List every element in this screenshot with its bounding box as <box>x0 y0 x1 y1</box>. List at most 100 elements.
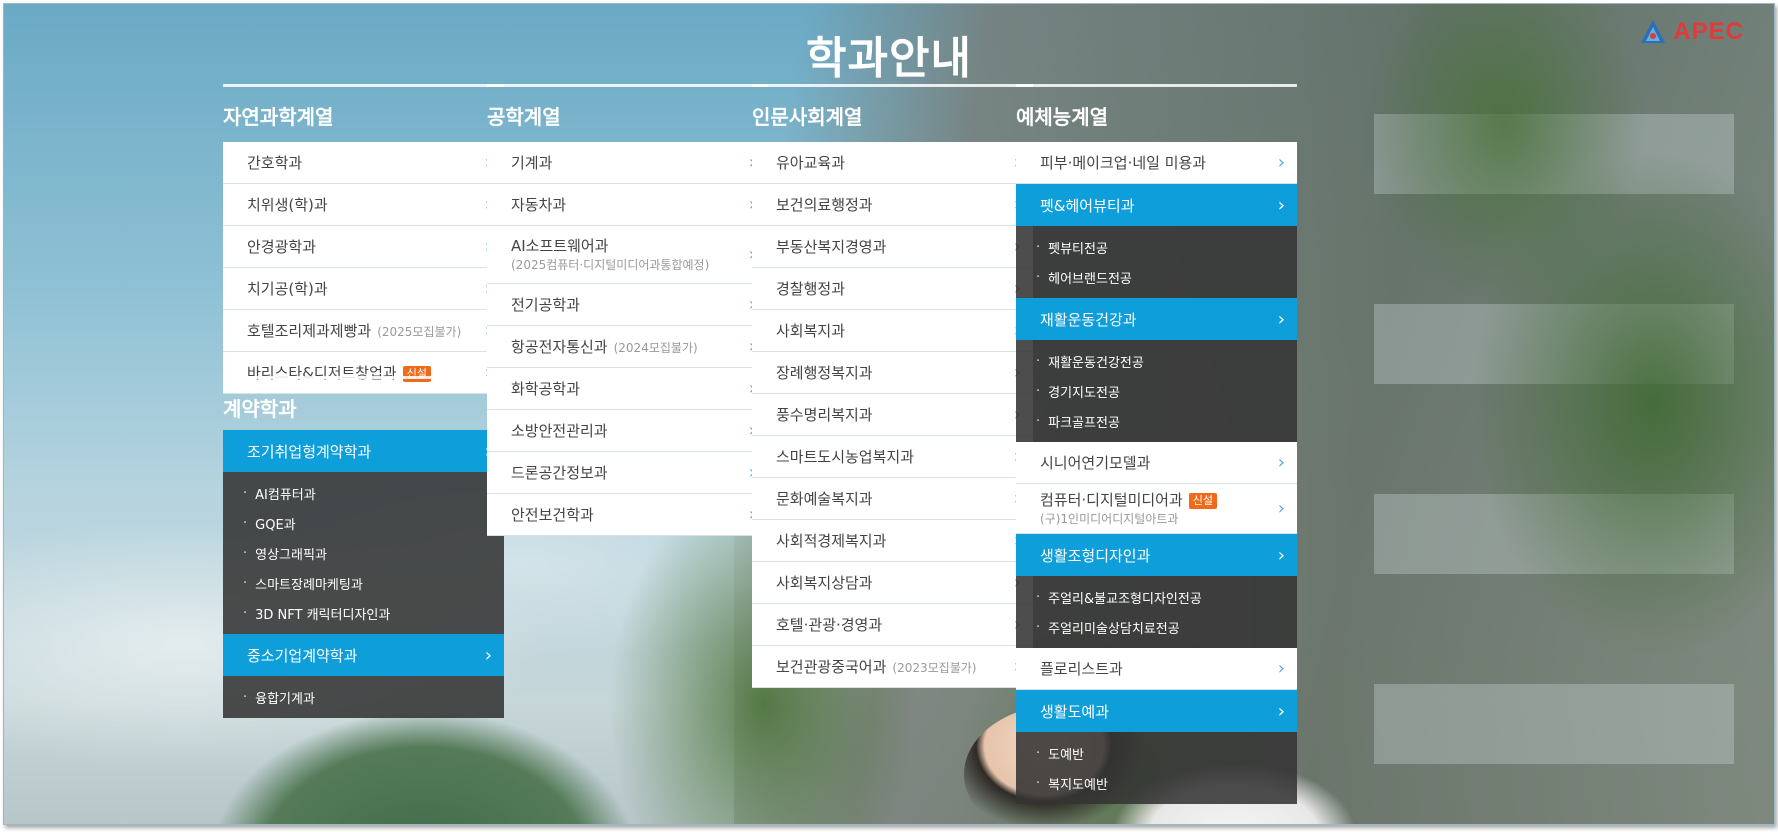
department-item[interactable]: 호텔·관광·경영과› <box>752 604 1033 646</box>
department-item-active[interactable]: 펫&헤어뷰티과 › <box>1016 184 1297 226</box>
department-label: 문화예술복지과 <box>776 490 873 508</box>
bullet-icon: · <box>243 515 248 531</box>
major-item[interactable]: · 재활운동건강전공 <box>1016 346 1297 376</box>
major-item[interactable]: · 영상그래픽과 <box>223 538 504 568</box>
major-item[interactable]: · 헤어브랜드전공 <box>1016 262 1297 292</box>
department-label: 스마트도시농업복지과 <box>776 448 915 466</box>
bullet-icon: · <box>1036 775 1041 791</box>
major-item[interactable]: · 주얼리&불교조형디자인전공 <box>1016 582 1297 612</box>
bullet-icon: · <box>1036 353 1041 369</box>
department-item[interactable]: 항공전자통신과(2024모집불가) › <box>487 326 768 368</box>
major-label: 주얼리미술상담치료전공 <box>1048 621 1180 637</box>
column-arts: 예체능계열 피부·메이크업·네일 미용과 › 펫&헤어뷰티과 › · 펫뷰티전공 · 헤… <box>1016 84 1297 804</box>
department-item[interactable]: 문화예술복지과› <box>752 478 1033 520</box>
department-item[interactable]: 화학공학과 › <box>487 368 768 410</box>
department-item[interactable]: 보건관광중국어과(2023모집불가) › <box>752 646 1033 688</box>
bullet-icon: · <box>243 545 248 561</box>
department-list: 간호학과 › 치위생(학)과 › 안경광학과 › 치기공(학)과 › 호텔조리제… <box>223 142 504 394</box>
department-item[interactable]: 시니어연기모델과 › <box>1016 442 1297 484</box>
recruitment-note: (2024모집불가) <box>613 341 698 355</box>
major-item[interactable]: · 스마트장례마케팅과 <box>223 568 504 598</box>
department-item[interactable]: 컴퓨터·디지털미디어과 신설 (구)1인미디어디지털아트과 › <box>1016 484 1297 534</box>
department-item[interactable]: 간호학과 › <box>223 142 504 184</box>
major-label: 펫뷰티전공 <box>1048 241 1108 257</box>
department-item-active[interactable]: 생활도예과 › <box>1016 690 1297 732</box>
major-item[interactable]: · AI컴퓨터과 <box>223 478 504 508</box>
department-item[interactable]: 사회복지과› <box>752 310 1033 352</box>
department-item[interactable]: 호텔조리제과제빵과(2025모집불가) › <box>223 310 504 352</box>
department-item[interactable]: 장례행정복지과› <box>752 352 1033 394</box>
major-item[interactable]: · 경기지도전공 <box>1016 376 1297 406</box>
column-heading: 계약학과 <box>223 376 504 430</box>
major-label: AI컴퓨터과 <box>255 487 316 503</box>
department-item[interactable]: 치위생(학)과 › <box>223 184 504 226</box>
department-label: 플로리스트과 <box>1040 660 1123 678</box>
department-item[interactable]: 스마트도시농업복지과› <box>752 436 1033 478</box>
department-item[interactable]: 경찰행정과› <box>752 268 1033 310</box>
department-item[interactable]: 유아교육과› <box>752 142 1033 184</box>
column-humanities: 인문사회계열 유아교육과› 보건의료행정과› 부동산복지경영과› 경찰행정과› … <box>752 84 1033 688</box>
major-item[interactable]: · 주얼리미술상담치료전공 <box>1016 612 1297 642</box>
department-item[interactable]: 플로리스트과 › <box>1016 648 1297 690</box>
department-label: 항공전자통신과 <box>511 338 608 356</box>
major-item[interactable]: · 융합기계과 <box>223 682 504 712</box>
bullet-icon: · <box>1036 589 1041 605</box>
department-item[interactable]: 소방안전관리과 › <box>487 410 768 452</box>
department-label: 장례행정복지과 <box>776 364 873 382</box>
department-item[interactable]: 안전보건학과 › <box>487 494 768 536</box>
department-item[interactable]: 전기공학과 › <box>487 284 768 326</box>
department-label: 호텔조리제과제빵과 <box>247 322 372 340</box>
major-sublist: · 융합기계과 <box>223 676 504 718</box>
major-sublist: · 주얼리&불교조형디자인전공 · 주얼리미술상담치료전공 <box>1016 576 1297 648</box>
major-label: 영상그래픽과 <box>255 547 327 563</box>
bullet-icon: · <box>1036 239 1041 255</box>
major-item[interactable]: · 펫뷰티전공 <box>1016 232 1297 262</box>
major-label: 스마트장례마케팅과 <box>255 577 363 593</box>
apec-logo[interactable]: APEC <box>1639 18 1744 46</box>
major-item[interactable]: · 복지도예반 <box>1016 768 1297 798</box>
major-item[interactable]: · GQE과 <box>223 508 504 538</box>
department-item[interactable]: 보건의료행정과› <box>752 184 1033 226</box>
department-item[interactable]: 풍수명리복지과› <box>752 394 1033 436</box>
major-label: 도예반 <box>1048 747 1085 763</box>
department-item[interactable]: 치기공(학)과 › <box>223 268 504 310</box>
department-item-active[interactable]: 재활운동건강과 › <box>1016 298 1297 340</box>
department-item[interactable]: AI소프트웨어과 (2025컴퓨터·디지털미디어과통합예정) › <box>487 226 768 284</box>
major-item[interactable]: · 3D NFT 캐릭터디자인과 <box>223 598 504 628</box>
major-item[interactable]: · 파크골프전공 <box>1016 406 1297 436</box>
major-label: 융합기계과 <box>255 691 315 707</box>
department-item[interactable]: 부동산복지경영과› <box>752 226 1033 268</box>
department-label: 보건관광중국어과 <box>776 658 887 676</box>
page-frame: 학과안내 APEC 자연과학계열 간호학과 › 치위생(학)과 › 안경광학과 <box>3 3 1775 825</box>
chevron-right-icon: › <box>1277 658 1285 679</box>
department-list: 피부·메이크업·네일 미용과 › 펫&헤어뷰티과 › · 펫뷰티전공 · 헤어브랜드전공… <box>1016 142 1297 804</box>
department-item[interactable]: 자동차과 › <box>487 184 768 226</box>
department-item[interactable]: 드론공간정보과 › <box>487 452 768 494</box>
major-item[interactable]: · 도예반 <box>1016 738 1297 768</box>
department-label: 펫&헤어뷰티과 <box>1040 196 1135 215</box>
department-list: 조기취업형계약학과 › · AI컴퓨터과 · GQE과 · 영상그래픽과 · 스마트장례… <box>223 430 504 718</box>
integration-note: (2025컴퓨터·디지털미디어과통합예정) <box>511 257 710 272</box>
department-label: 부동산복지경영과 <box>776 238 887 256</box>
major-label: 파크골프전공 <box>1048 415 1120 431</box>
major-sublist: · 도예반 · 복지도예반 <box>1016 732 1297 804</box>
major-label: 헤어브랜드전공 <box>1048 271 1132 287</box>
department-label: 경찰행정과 <box>776 280 846 298</box>
bullet-icon: · <box>1036 413 1041 429</box>
department-item-active[interactable]: 생활조형디자인과 › <box>1016 534 1297 576</box>
department-item[interactable]: 기계과 › <box>487 142 768 184</box>
major-label: 복지도예반 <box>1048 777 1108 793</box>
department-item[interactable]: 피부·메이크업·네일 미용과 › <box>1016 142 1297 184</box>
department-item[interactable]: 사회적경제복지과› <box>752 520 1033 562</box>
former-name-note: (구)1인미디어디지털아트과 <box>1040 511 1179 526</box>
department-list: 기계과 › 자동차과 › AI소프트웨어과 (2025컴퓨터·디지털미디어과통합… <box>487 142 768 536</box>
recruitment-note: (2025모집불가) <box>377 325 462 339</box>
department-item[interactable]: 사회복지상담과› <box>752 562 1033 604</box>
department-item[interactable]: 안경광학과 › <box>223 226 504 268</box>
bullet-icon: · <box>1036 383 1041 399</box>
bullet-icon: · <box>1036 619 1041 635</box>
department-label: 재활운동건강과 <box>1040 310 1137 329</box>
page-title: 학과안내 <box>806 33 972 84</box>
department-item-active[interactable]: 조기취업형계약학과 › <box>223 430 504 472</box>
department-item-active[interactable]: 중소기업계약학과 › <box>223 634 504 676</box>
